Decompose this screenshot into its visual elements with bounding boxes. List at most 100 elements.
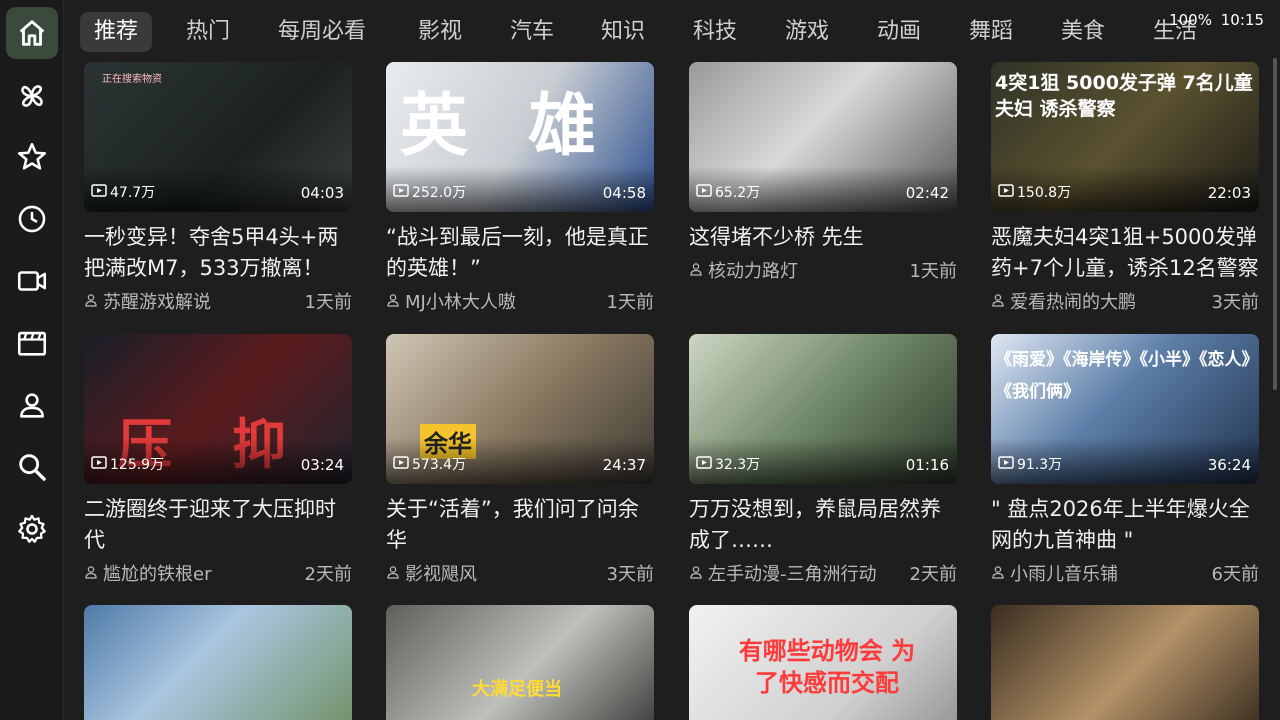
gear-icon (18, 514, 46, 543)
scrollbar[interactable] (1273, 58, 1277, 390)
video-card[interactable]: 英雄 252.0万 04:58 “战斗到最后一刻，他是真正的英雄！” MJ小林大人嗷 1天… (386, 62, 654, 314)
video-thumbnail[interactable]: 英雄 252.0万 04:58 (386, 62, 654, 212)
uploader-icon (386, 291, 400, 312)
video-card[interactable]: 32.3万 01:16 万万没想到，养鼠局居然养成了…… 左手动漫-三角洲行动 2天前 (689, 334, 957, 586)
video-icon (17, 271, 47, 291)
play-count-icon (696, 183, 712, 201)
video-card[interactable]: 4突1狙 5000发子弹 7名儿童 夫妇 诱杀警察 150.8万 22:03 恶魔夫妇… (991, 62, 1259, 314)
video-thumbnail[interactable]: 有哪些动物会 为了快感而交配 (689, 605, 957, 720)
video-author[interactable]: 小雨儿音乐铺 (991, 560, 1212, 586)
tab-weekly[interactable]: 每周必看 (264, 12, 380, 52)
thumbnail-text: 大满足便当 (472, 679, 562, 700)
video-title[interactable]: 恶魔夫妇4突1狙+5000发弹药+7个儿童，诱杀12名警察 (991, 222, 1259, 284)
uploader-icon (991, 563, 1005, 584)
video-thumbnail[interactable] (991, 605, 1259, 720)
view-count-text: 573.4万 (412, 457, 467, 473)
sidebar-item-profile[interactable] (6, 379, 58, 431)
video-author[interactable]: 左手动漫-三角洲行动 (689, 560, 910, 586)
video-card[interactable]: 余华573.4万24:37关于“活着”，我们问了问余华影视飓风3天前 (386, 334, 654, 586)
video-age: 6天前 (1211, 564, 1259, 585)
video-thumbnail[interactable]: 65.2万 02:42 (689, 62, 957, 212)
video-thumbnail[interactable]: 余华573.4万24:37 (386, 334, 654, 484)
sidebar-item-pinwheel[interactable] (6, 70, 58, 122)
play-count-icon (998, 455, 1014, 473)
uploader-icon (84, 563, 98, 584)
video-thumbnail[interactable]: 4突1狙 5000发子弹 7名儿童 夫妇 诱杀警察 150.8万 22:03 (991, 62, 1259, 212)
sidebar-item-search[interactable] (6, 441, 58, 493)
uploader-name: 左手动漫-三角洲行动 (708, 564, 877, 585)
tab-hot[interactable]: 热门 (172, 12, 244, 52)
video-card[interactable]: 有哪些动物会 为了快感而交配 (689, 605, 957, 720)
view-count-text: 65.2万 (715, 185, 761, 201)
view-count: 573.4万 (393, 454, 466, 474)
video-title[interactable]: 二游圈终于迎来了大压抑时代 (84, 494, 352, 556)
tab-food[interactable]: 美食 (1047, 12, 1119, 52)
video-meta: 影视飓风 3天前 (386, 560, 654, 586)
video-card[interactable] (991, 605, 1259, 720)
play-count-icon (696, 455, 712, 473)
video-card[interactable]: 大满足便当 (386, 605, 654, 720)
video-author[interactable]: 尴尬的铁根er (84, 560, 305, 586)
tab-games[interactable]: 游戏 (771, 12, 843, 52)
view-count: 91.3万 (998, 454, 1062, 474)
video-duration: 22:03 (1207, 184, 1251, 202)
video-title[interactable]: 这得堵不少桥 先生 (689, 222, 957, 253)
video-author[interactable]: 核动力路灯 (689, 257, 910, 283)
tab-anime[interactable]: 动画 (863, 12, 935, 52)
thumbnail-text: 正在搜索物资 (102, 74, 162, 85)
video-title[interactable]: 关于“活着”，我们问了问余华 (386, 494, 654, 556)
sidebar-item-video[interactable] (6, 255, 58, 307)
sidebar-item-favorites[interactable] (6, 131, 58, 183)
tab-dance[interactable]: 舞蹈 (955, 12, 1027, 52)
play-count-icon (998, 183, 1014, 201)
video-title[interactable]: 万万没想到，养鼠局居然养成了…… (689, 494, 957, 556)
sidebar-item-settings[interactable] (6, 503, 58, 555)
video-duration: 03:24 (300, 456, 344, 474)
video-thumbnail[interactable] (84, 605, 352, 720)
view-count-text: 150.8万 (1017, 185, 1072, 201)
video-meta: 尴尬的铁根er 2天前 (84, 560, 352, 586)
top-tab-bar: 推荐 热门 每周必看 影视 汽车 知识 科技 游戏 动画 舞蹈 美食 生活 10… (64, 0, 1280, 60)
video-duration: 24:37 (602, 456, 646, 474)
status-bar: 100% 10:15 (1169, 11, 1264, 29)
video-author[interactable]: 爱看热闹的大鹏 (991, 288, 1212, 314)
sidebar-item-history[interactable] (6, 193, 58, 245)
tab-film[interactable]: 影视 (404, 12, 476, 52)
video-author[interactable]: 苏醒游戏解说 (84, 288, 305, 314)
tab-auto[interactable]: 汽车 (496, 12, 568, 52)
uploader-name: 核动力路灯 (708, 261, 798, 282)
video-thumbnail[interactable]: 正在搜索物资 47.7万 04:03 (84, 62, 352, 212)
thumbnail-text: 英雄 (400, 87, 654, 166)
video-duration: 04:03 (300, 184, 344, 202)
uploader-name: MJ小林大人嗷 (405, 292, 516, 313)
thumbnail-text: 4突1狙 5000发子弹 7名儿童 夫妇 诱杀警察 (995, 72, 1253, 120)
video-duration: 36:24 (1207, 456, 1251, 474)
video-meta: 苏醒游戏解说 1天前 (84, 288, 352, 314)
thumbnail-image (84, 605, 352, 720)
video-card[interactable] (84, 605, 352, 720)
tab-recommend[interactable]: 推荐 (80, 12, 153, 52)
video-title[interactable]: 一秒变异！夺舍5甲4头+两把满改M7，533万撤离！ (84, 222, 352, 284)
video-card[interactable]: 65.2万 02:42 这得堵不少桥 先生 核动力路灯 1天前 (689, 62, 957, 283)
video-card[interactable]: 正在搜索物资 47.7万 04:03 一秒变异！夺舍5甲4头+两把满改M7，533万撤… (84, 62, 352, 314)
video-thumbnail[interactable]: 压抑125.9万03:24 (84, 334, 352, 484)
sidebar-item-home[interactable] (6, 7, 58, 59)
sidebar-item-movies[interactable] (6, 317, 58, 369)
uploader-name: 影视飓风 (405, 564, 477, 585)
uploader-name: 小雨儿音乐铺 (1010, 564, 1118, 585)
history-icon (18, 205, 46, 233)
video-author[interactable]: 影视飓风 (386, 560, 607, 586)
video-author[interactable]: MJ小林大人嗷 (386, 288, 607, 314)
tab-knowledge[interactable]: 知识 (587, 12, 659, 52)
tab-tech[interactable]: 科技 (679, 12, 751, 52)
uploader-icon (84, 291, 98, 312)
video-thumbnail[interactable]: 《雨爱》《海岸传》《小半》《恋人》《我们俩》 91.3万 36:24 (991, 334, 1259, 484)
play-count-icon (91, 183, 107, 201)
video-title[interactable]: " 盘点2026年上半年爆火全网的九首神曲 " (991, 494, 1259, 556)
video-age: 3天前 (606, 564, 654, 585)
video-thumbnail[interactable]: 大满足便当 (386, 605, 654, 720)
video-card[interactable]: 《雨爱》《海岸传》《小半》《恋人》《我们俩》 91.3万 36:24 " 盘点2026… (991, 334, 1259, 586)
video-card[interactable]: 压抑125.9万03:24 二游圈终于迎来了大压抑时代尴尬的铁根er2天前 (84, 334, 352, 586)
video-title[interactable]: “战斗到最后一刻，他是真正的英雄！” (386, 222, 654, 284)
video-thumbnail[interactable]: 32.3万 01:16 (689, 334, 957, 484)
